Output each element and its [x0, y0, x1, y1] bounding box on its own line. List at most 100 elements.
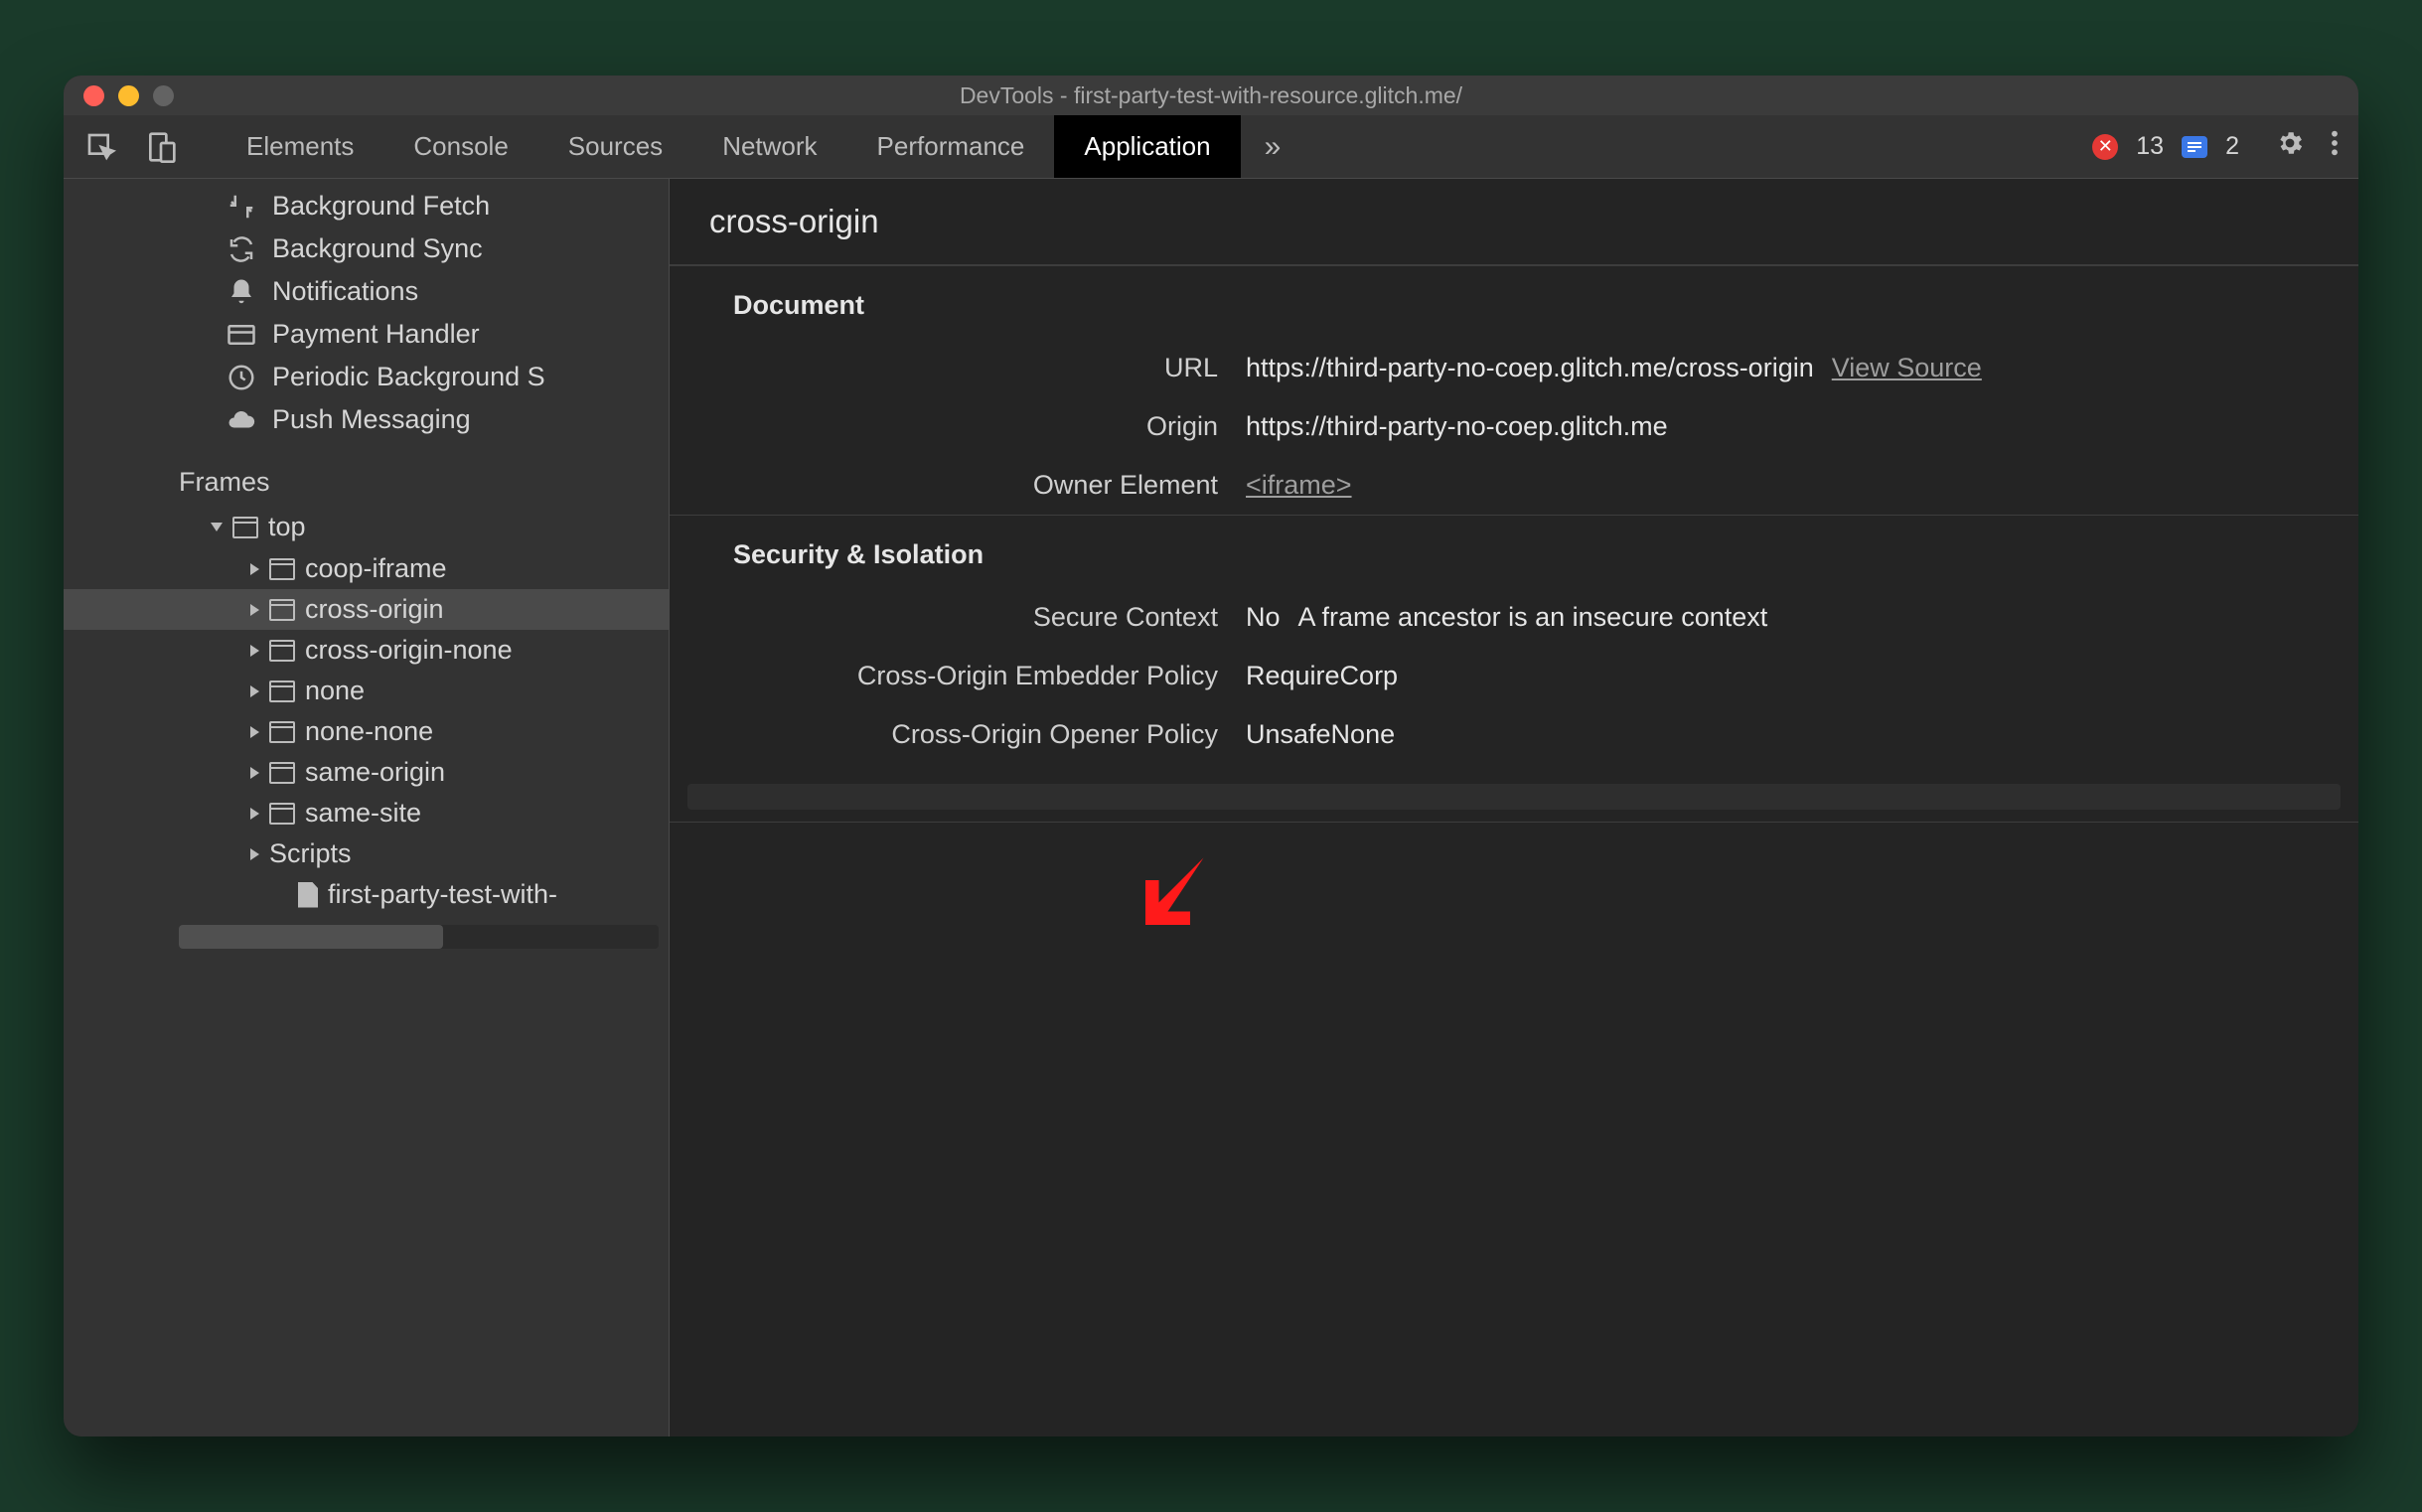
sidebar-item-background-fetch[interactable]: Background Fetch	[64, 185, 669, 227]
frame-label: top	[268, 512, 306, 542]
cloud-icon	[227, 405, 256, 435]
security-heading: Security & Isolation	[670, 516, 2358, 588]
panel-tabs: Elements Console Sources Network Perform…	[217, 115, 1304, 178]
inspect-element-icon[interactable]	[85, 131, 117, 163]
frame-item-label: same-origin	[305, 757, 445, 788]
device-toolbar-icon[interactable]	[145, 131, 177, 163]
frame-item-none-none[interactable]: none-none	[64, 711, 669, 752]
frame-icon	[232, 517, 258, 538]
frame-icon	[269, 803, 295, 825]
application-sidebar: Background Fetch Background Sync Notific…	[64, 179, 670, 1436]
detail-footer	[670, 822, 2358, 847]
devtools-window: DevTools - first-party-test-with-resourc…	[64, 76, 2358, 1436]
info-badge-icon[interactable]	[2182, 136, 2207, 158]
bell-icon	[227, 277, 256, 307]
tab-application[interactable]: Application	[1054, 115, 1240, 178]
coep-label: Cross-Origin Embedder Policy	[670, 661, 1246, 691]
titlebar: DevTools - first-party-test-with-resourc…	[64, 76, 2358, 115]
frame-item-label: cross-origin-none	[305, 635, 513, 666]
chevron-right-icon	[250, 848, 259, 860]
view-source-link[interactable]: View Source	[1832, 353, 1982, 383]
chevron-right-icon	[250, 685, 259, 697]
frame-top[interactable]: top	[64, 506, 669, 548]
sidebar-item-periodic-sync[interactable]: Periodic Background S	[64, 356, 669, 398]
annotation-arrow-icon	[1136, 844, 1226, 934]
frame-icon	[269, 599, 295, 621]
frame-item-label: none	[305, 676, 365, 706]
frame-item-label: cross-origin	[305, 594, 444, 625]
sidebar-item-label: Notifications	[272, 276, 418, 307]
frame-item-none[interactable]: none	[64, 671, 669, 711]
fetch-icon	[227, 192, 256, 222]
error-count[interactable]: 13	[2136, 132, 2164, 161]
tab-elements[interactable]: Elements	[217, 115, 383, 178]
chevron-right-icon	[250, 563, 259, 575]
chevron-right-icon	[250, 645, 259, 657]
sidebar-item-label: Push Messaging	[272, 404, 471, 435]
owner-element-label: Owner Element	[670, 470, 1246, 501]
error-badge-icon[interactable]: ✕	[2092, 134, 2118, 160]
origin-value: https://third-party-no-coep.glitch.me	[1246, 411, 1668, 442]
card-icon	[227, 320, 256, 350]
more-menu-icon[interactable]	[2331, 129, 2339, 164]
frame-item-cross-origin[interactable]: cross-origin	[64, 589, 669, 630]
sync-icon	[227, 234, 256, 264]
sidebar-item-push-messaging[interactable]: Push Messaging	[64, 398, 669, 441]
url-label: URL	[670, 353, 1246, 383]
detail-title: cross-origin	[670, 179, 2358, 265]
secure-context-note: A frame ancestor is an insecure context	[1298, 602, 1768, 633]
frame-item-same-site[interactable]: same-site	[64, 793, 669, 833]
sidebar-scrollbar[interactable]	[179, 925, 659, 949]
sidebar-item-label: Payment Handler	[272, 319, 480, 350]
more-tabs-icon[interactable]: »	[1241, 115, 1305, 178]
sidebar-item-label: Background Sync	[272, 233, 483, 264]
document-icon	[298, 882, 318, 908]
frame-item-label: coop-iframe	[305, 553, 447, 584]
frame-detail-panel: cross-origin Document URL https://third-…	[670, 179, 2358, 1436]
tab-performance[interactable]: Performance	[847, 115, 1055, 178]
chevron-right-icon	[250, 604, 259, 616]
tab-network[interactable]: Network	[692, 115, 846, 178]
script-file[interactable]: first-party-test-with-	[64, 874, 669, 915]
settings-icon[interactable]	[2275, 128, 2305, 165]
sidebar-item-background-sync[interactable]: Background Sync	[64, 227, 669, 270]
info-count[interactable]: 2	[2225, 132, 2239, 161]
frame-scripts[interactable]: Scripts	[64, 833, 669, 874]
coep-value: RequireCorp	[1246, 661, 1398, 691]
frames-section-label: Frames	[64, 441, 669, 506]
frame-icon	[269, 680, 295, 702]
frame-icon	[269, 721, 295, 743]
chevron-right-icon	[250, 808, 259, 820]
secure-context-value: No	[1246, 602, 1281, 633]
frame-item-label: same-site	[305, 798, 421, 829]
owner-element-link[interactable]: <iframe>	[1246, 470, 1352, 501]
sidebar-item-label: Periodic Background S	[272, 362, 545, 392]
toolbar: Elements Console Sources Network Perform…	[64, 115, 2358, 179]
sidebar-item-label: Background Fetch	[272, 191, 490, 222]
frame-item-coop-iframe[interactable]: coop-iframe	[64, 548, 669, 589]
sidebar-item-notifications[interactable]: Notifications	[64, 270, 669, 313]
document-heading: Document	[670, 266, 2358, 339]
frame-item-label: none-none	[305, 716, 433, 747]
scripts-label: Scripts	[269, 838, 352, 869]
sidebar-item-payment-handler[interactable]: Payment Handler	[64, 313, 669, 356]
clock-icon	[227, 363, 256, 392]
frame-icon	[269, 762, 295, 784]
chevron-down-icon	[211, 523, 223, 531]
frame-item-same-origin[interactable]: same-origin	[64, 752, 669, 793]
url-value: https://third-party-no-coep.glitch.me/cr…	[1246, 353, 1814, 383]
frame-item-cross-origin-none[interactable]: cross-origin-none	[64, 630, 669, 671]
frame-icon	[269, 640, 295, 662]
frame-icon	[269, 558, 295, 580]
window-title: DevTools - first-party-test-with-resourc…	[64, 82, 2358, 109]
coop-label: Cross-Origin Opener Policy	[670, 719, 1246, 750]
tab-console[interactable]: Console	[383, 115, 537, 178]
coop-value: UnsafeNone	[1246, 719, 1395, 750]
origin-label: Origin	[670, 411, 1246, 442]
detail-scrollbar[interactable]	[687, 784, 2341, 810]
tab-sources[interactable]: Sources	[538, 115, 692, 178]
script-file-label: first-party-test-with-	[328, 879, 557, 910]
chevron-right-icon	[250, 767, 259, 779]
secure-context-label: Secure Context	[670, 602, 1246, 633]
chevron-right-icon	[250, 726, 259, 738]
